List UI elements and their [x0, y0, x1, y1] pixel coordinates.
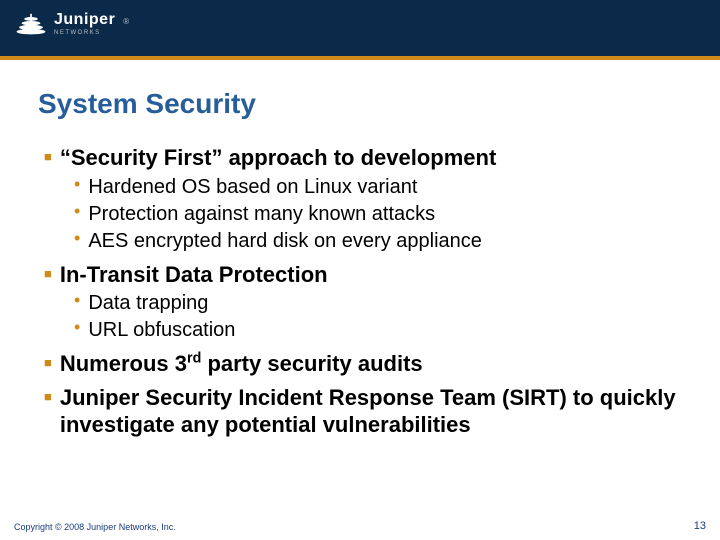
logo-tagline: NETWORKS: [54, 30, 115, 36]
bullet-heading-text: “Security First” approach to development: [60, 144, 496, 172]
bullet-heading-text: Numerous 3rd party security audits: [60, 350, 423, 378]
list-item: ■ In-Transit Data Protection • Data trapp…: [44, 261, 682, 345]
page-number: 13: [694, 520, 706, 532]
sub-bullet-text: Data trapping: [88, 290, 208, 317]
list-item: • Data trapping: [74, 290, 682, 317]
dot-bullet-icon: •: [74, 174, 80, 196]
slide-footer: Copyright © 2008 Juniper Networks, Inc. …: [0, 520, 720, 532]
list-item: ■ Numerous 3rd party security audits: [44, 350, 682, 378]
sub-bullet-text: Protection against many known attacks: [88, 201, 435, 228]
logo-text: Juniper NETWORKS: [54, 12, 115, 36]
bullet-heading: ■ In-Transit Data Protection: [44, 261, 682, 289]
bullet-heading-text: In-Transit Data Protection: [60, 261, 328, 289]
square-bullet-icon: ■: [44, 150, 52, 163]
list-item: ■ “Security First” approach to developme…: [44, 144, 682, 255]
sub-bullet-text: URL obfuscation: [88, 317, 235, 344]
sub-bullet-text: Hardened OS based on Linux variant: [88, 174, 417, 201]
list-item: • URL obfuscation: [74, 317, 682, 344]
sub-bullet-text: AES encrypted hard disk on every applian…: [88, 228, 482, 255]
registered-mark: ®: [123, 17, 129, 26]
square-bullet-icon: ■: [44, 267, 52, 280]
logo-brand: Juniper: [54, 12, 115, 28]
list-item: • Protection against many known attacks: [74, 201, 682, 228]
copyright-text: Copyright © 2008 Juniper Networks, Inc.: [14, 522, 176, 532]
dot-bullet-icon: •: [74, 228, 80, 250]
slide-title: System Security: [38, 88, 682, 120]
bullet-heading: ■ “Security First” approach to developme…: [44, 144, 682, 172]
bullet-heading: ■ Numerous 3rd party security audits: [44, 350, 682, 378]
dot-bullet-icon: •: [74, 201, 80, 223]
bullet-heading: ■ Juniper Security Incident Response Tea…: [44, 384, 682, 439]
slide-content: System Security ■ “Security First” appro…: [0, 60, 720, 439]
dot-bullet-icon: •: [74, 290, 80, 312]
list-item: ■ Juniper Security Incident Response Tea…: [44, 384, 682, 439]
dot-bullet-icon: •: [74, 317, 80, 339]
list-item: • AES encrypted hard disk on every applia…: [74, 228, 682, 255]
sub-list: • Hardened OS based on Linux variant • Pro…: [74, 174, 682, 255]
list-item: • Hardened OS based on Linux variant: [74, 174, 682, 201]
sub-list: • Data trapping • URL obfuscation: [74, 290, 682, 344]
slide-header: Juniper NETWORKS ®: [0, 0, 720, 60]
bullet-list: ■ “Security First” approach to developme…: [44, 144, 682, 439]
logo: Juniper NETWORKS ®: [0, 0, 720, 48]
bullet-heading-text: Juniper Security Incident Response Team …: [60, 384, 682, 439]
square-bullet-icon: ■: [44, 356, 52, 369]
juniper-logo-icon: [14, 10, 48, 38]
square-bullet-icon: ■: [44, 390, 52, 403]
